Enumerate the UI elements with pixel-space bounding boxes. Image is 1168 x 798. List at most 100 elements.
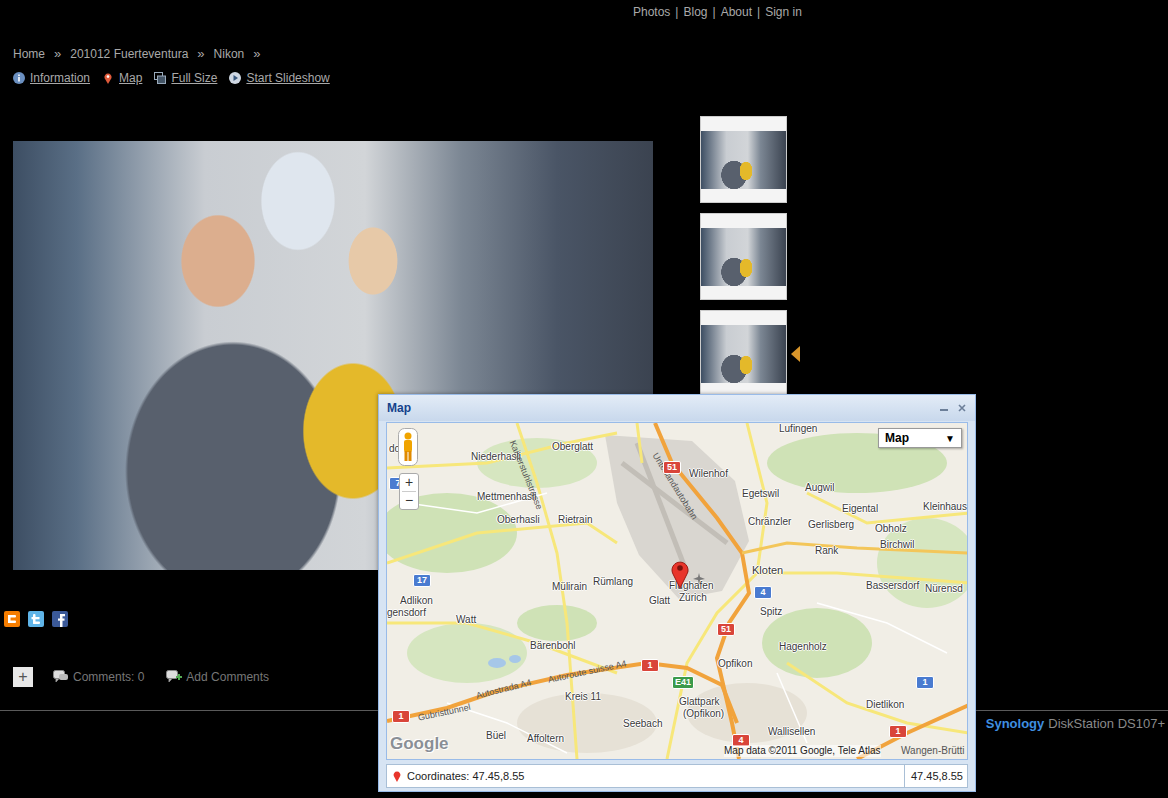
place-label: Egetswil bbox=[742, 488, 779, 500]
map-title-bar[interactable]: Map bbox=[379, 395, 975, 421]
slideshow-icon bbox=[229, 72, 241, 84]
road-shield: 17 bbox=[413, 574, 431, 587]
place-label: Kreis 11 bbox=[565, 691, 601, 703]
place-label: Büel bbox=[486, 730, 506, 742]
action-link[interactable]: Map bbox=[102, 71, 142, 85]
nav-separator: | bbox=[675, 5, 678, 19]
thumbnail-photo bbox=[701, 228, 786, 286]
place-label: Rank bbox=[815, 545, 838, 557]
airport-icon bbox=[693, 573, 705, 585]
place-label: Flughafen bbox=[669, 580, 713, 592]
pegman-icon[interactable] bbox=[398, 428, 418, 466]
selected-arrow-icon bbox=[791, 346, 800, 362]
comments-count-label[interactable]: Comments: 0 bbox=[73, 670, 144, 684]
action-link[interactable]: Full Size bbox=[154, 71, 217, 85]
place-label: Augwil bbox=[805, 482, 834, 494]
google-logo: Google bbox=[390, 734, 449, 754]
place-label: Oberhasli bbox=[497, 514, 540, 526]
action-label[interactable]: Full Size bbox=[171, 71, 217, 85]
place-label: Hagenholz bbox=[779, 641, 827, 653]
place-label: Glatt bbox=[649, 595, 670, 607]
map-attribution: Map data ©2011 Google, Tele Atlas bbox=[724, 745, 881, 757]
place-label: Adlikon bbox=[400, 595, 433, 607]
map-canvas[interactable]: dorfNiederhasliOberglattLufingenWilenhof… bbox=[386, 422, 968, 760]
top-nav: Photos | Blog | About | Sign in bbox=[633, 0, 1168, 21]
nav-link[interactable]: About bbox=[721, 5, 752, 19]
dropdown-arrow: ▼ bbox=[945, 433, 955, 444]
map-type-label: Map bbox=[885, 431, 909, 445]
zoom-control[interactable]: +− bbox=[399, 473, 419, 510]
place-label: Eigental bbox=[842, 503, 878, 515]
nav-link[interactable]: Blog bbox=[683, 5, 707, 19]
map-status-bar: Coordinates: 47.45,8.55 47.45,8.55 bbox=[386, 764, 968, 788]
place-label: Lufingen bbox=[779, 423, 817, 435]
blogger-icon[interactable] bbox=[4, 611, 20, 627]
expand-button[interactable]: + bbox=[13, 667, 33, 687]
brand-name[interactable]: Synology bbox=[986, 716, 1045, 731]
coordinates-value: 47.45,8.55 bbox=[904, 765, 967, 787]
add-comment[interactable]: Add Comments bbox=[166, 670, 269, 684]
zoom-out-button[interactable]: − bbox=[405, 492, 413, 509]
place-label: Kleinhaus bbox=[923, 501, 967, 513]
place-label: Rümlang bbox=[593, 576, 633, 588]
thumbnail[interactable] bbox=[700, 310, 787, 397]
close-icon[interactable] bbox=[957, 403, 967, 413]
map-title: Map bbox=[387, 401, 411, 415]
road-shield: 1 bbox=[889, 725, 907, 738]
place-label: Seebach bbox=[623, 718, 662, 730]
thumbnail[interactable] bbox=[700, 213, 787, 300]
breadcrumb-item[interactable]: Nikon bbox=[214, 47, 245, 61]
window-controls bbox=[939, 403, 967, 413]
breadcrumb-item[interactable]: Home bbox=[13, 47, 45, 61]
thumbnail[interactable] bbox=[700, 116, 787, 203]
info-icon bbox=[13, 72, 25, 84]
add-comment-label[interactable]: Add Comments bbox=[186, 670, 269, 684]
zoom-in-button[interactable]: + bbox=[405, 474, 413, 491]
nav-separator: | bbox=[757, 5, 760, 19]
breadcrumb-separator: » bbox=[54, 46, 61, 61]
facebook-icon[interactable] bbox=[52, 611, 68, 627]
comments-count[interactable]: Comments: 0 bbox=[53, 670, 144, 684]
place-label: Obholz bbox=[875, 523, 907, 535]
place-label: Spitz bbox=[760, 606, 782, 618]
location-pin-icon bbox=[670, 559, 690, 589]
add-comment-icon bbox=[166, 670, 182, 684]
zoom-divider bbox=[402, 491, 416, 492]
twitter-icon[interactable] bbox=[28, 611, 44, 627]
road-shield: 51 bbox=[717, 623, 735, 636]
place-label: Kloten bbox=[752, 564, 783, 576]
map-pin-icon bbox=[102, 72, 114, 84]
thumbnail-photo bbox=[701, 325, 786, 383]
breadcrumb-item[interactable]: 201012 Fuerteventura bbox=[70, 47, 188, 61]
nav-link[interactable]: Photos bbox=[633, 5, 670, 19]
place-label: Zürich bbox=[679, 592, 707, 604]
place-label: Bassersdorf bbox=[866, 580, 919, 592]
road-shield: 1 bbox=[641, 659, 659, 672]
breadcrumb-separator: » bbox=[197, 46, 204, 61]
place-label: Birchwil bbox=[880, 539, 914, 551]
road-shield: 1 bbox=[392, 710, 410, 723]
place-label: Rietrain bbox=[558, 514, 592, 526]
action-label[interactable]: Information bbox=[30, 71, 90, 85]
place-label: gensdorf bbox=[387, 607, 426, 619]
coordinates: Coordinates: 47.45,8.55 bbox=[387, 770, 524, 782]
breadcrumb: Home»201012 Fuerteventura»Nikon» bbox=[13, 46, 1168, 61]
place-label: Bärenbohl bbox=[530, 640, 576, 652]
comments-icon bbox=[53, 670, 69, 684]
action-link[interactable]: Start Slideshow bbox=[229, 71, 329, 85]
map-type-dropdown[interactable]: Map ▼ bbox=[878, 428, 962, 448]
place-label: Gerlisberg bbox=[808, 519, 854, 531]
full-size-icon bbox=[154, 72, 166, 84]
action-link[interactable]: Information bbox=[13, 71, 90, 85]
place-label: Glattpark bbox=[679, 696, 720, 708]
nav-separator: | bbox=[713, 5, 716, 19]
action-label[interactable]: Start Slideshow bbox=[246, 71, 329, 85]
minimize-icon[interactable] bbox=[939, 403, 949, 413]
place-label: Wallisellen bbox=[768, 726, 815, 738]
action-label[interactable]: Map bbox=[119, 71, 142, 85]
place-label: (Opfikon) bbox=[683, 708, 724, 720]
map-window[interactable]: MapdorfNiederhasliOberglattLufingenWilen… bbox=[378, 394, 976, 792]
nav-link[interactable]: Sign in bbox=[765, 5, 802, 19]
map-label-edge: Wangen-Brütti bbox=[901, 745, 965, 757]
place-label: Mülirain bbox=[552, 581, 587, 593]
